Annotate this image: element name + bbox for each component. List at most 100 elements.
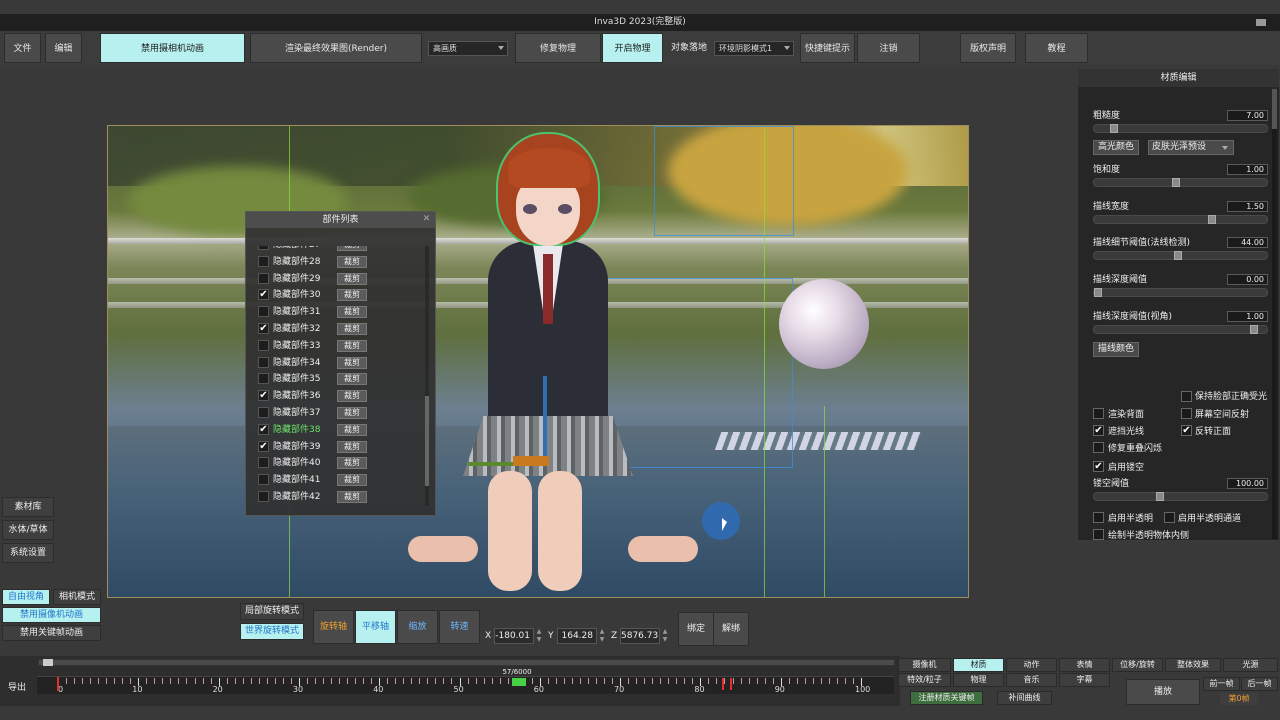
roughness-slider[interactable]	[1093, 124, 1268, 133]
close-icon[interactable]: ✕	[422, 215, 431, 224]
enable-cutout-checkbox[interactable]: ✔	[1093, 461, 1104, 472]
x-spinner-icon[interactable]: ▲ ▼	[535, 628, 543, 644]
env-shadow-select[interactable]: 环境阴影模式1	[714, 41, 794, 56]
cutout-threshold-value[interactable]: 100.00	[1227, 478, 1268, 489]
cut-button[interactable]: 裁剪	[337, 356, 367, 369]
copyright-button[interactable]: 版权声明	[960, 33, 1016, 63]
roughness-value[interactable]: 7.00	[1227, 110, 1268, 121]
keyframe-marker[interactable]	[722, 678, 724, 690]
keyframe-marker[interactable]	[512, 678, 526, 686]
slider-knob[interactable]	[1250, 325, 1258, 334]
translate-axis-button[interactable]: 平移轴	[355, 610, 396, 644]
camera-tab[interactable]: 摄像机	[898, 658, 951, 672]
camera-mode-button[interactable]: 相机模式	[53, 589, 101, 605]
keyframe-marker[interactable]	[730, 678, 732, 690]
interpolation-curve-button[interactable]: 补间曲线	[997, 691, 1052, 705]
block-light-checkbox[interactable]: ✔	[1093, 425, 1104, 436]
spin-speed-button[interactable]: 转速	[439, 610, 480, 644]
hide-part-checkbox[interactable]	[258, 356, 269, 368]
hide-part-checkbox[interactable]	[258, 339, 269, 351]
cut-button[interactable]: 裁剪	[337, 323, 367, 335]
enable-translucent-channel-checkbox[interactable]	[1164, 512, 1175, 523]
cut-button[interactable]: 裁剪	[337, 457, 367, 470]
scrollbar-thumb[interactable]	[43, 659, 53, 666]
scrollbar-thumb[interactable]	[1272, 89, 1277, 129]
position-rotate-tab[interactable]: 位移/旋转	[1112, 658, 1163, 672]
light-sphere[interactable]	[779, 279, 869, 369]
saturation-value[interactable]: 1.00	[1227, 164, 1268, 175]
cut-button[interactable]: 裁剪	[337, 272, 367, 285]
cut-button[interactable]: 裁剪	[337, 373, 367, 386]
character-leg[interactable]	[488, 471, 532, 591]
outline-color-button[interactable]: 描线颜色	[1093, 342, 1139, 357]
rotate-axis-button[interactable]: 旋转轴	[313, 610, 354, 644]
close-icon[interactable]	[1256, 19, 1266, 26]
outline-width-value[interactable]: 1.50	[1227, 201, 1268, 212]
hide-part-checkbox[interactable]	[258, 407, 269, 418]
character-skirt[interactable]	[463, 416, 633, 476]
timeline-scrollbar[interactable]	[38, 659, 895, 666]
unbind-button[interactable]: 解绑	[713, 612, 749, 646]
render-final-button[interactable]: 渲染最终效果图(Render)	[250, 33, 422, 63]
cut-button[interactable]: 裁剪	[337, 306, 367, 319]
skin-preset-select[interactable]: 皮肤光泽预设	[1148, 140, 1234, 155]
hide-part-checkbox[interactable]	[258, 272, 269, 284]
cut-button[interactable]: 裁剪	[337, 491, 367, 503]
cut-button[interactable]: 裁剪	[337, 289, 367, 302]
quality-select[interactable]: 高画质	[428, 41, 508, 56]
outline-width-slider[interactable]	[1093, 215, 1268, 224]
hide-part-checkbox[interactable]: ✔	[258, 390, 269, 402]
fix-physics-button[interactable]: 修复物理	[515, 33, 601, 63]
cut-button[interactable]: 裁剪	[337, 339, 367, 352]
hide-part-checkbox[interactable]: ✔	[258, 289, 269, 301]
object-landing-button[interactable]: 对象落地	[671, 33, 707, 63]
cut-button[interactable]: 裁剪	[337, 440, 367, 453]
hide-part-checkbox[interactable]	[258, 246, 269, 250]
tutorial-button[interactable]: 教程	[1025, 33, 1088, 63]
enable-translucent-checkbox[interactable]	[1093, 512, 1104, 523]
z-spinner-icon[interactable]: ▲ ▼	[661, 628, 669, 644]
material-tab[interactable]: 材质	[953, 658, 1004, 672]
slider-knob[interactable]	[1094, 288, 1102, 297]
y-value-input[interactable]: 164.28	[557, 628, 597, 644]
cut-button[interactable]: 裁剪	[337, 255, 367, 268]
part-list-header[interactable]: 部件列表 ✕	[246, 212, 435, 228]
fx-particles-tab[interactable]: 特效/粒子	[898, 673, 951, 687]
hide-part-checkbox[interactable]: ✔	[258, 323, 269, 334]
system-settings-button[interactable]: 系统设置	[2, 543, 54, 563]
prev-frame-button[interactable]: 前一帧	[1203, 677, 1240, 691]
part-list-scrollbar[interactable]	[425, 246, 429, 506]
hide-part-checkbox[interactable]	[258, 373, 269, 385]
slider-knob[interactable]	[1208, 215, 1216, 224]
3d-viewport[interactable]	[107, 125, 969, 598]
saturation-slider[interactable]	[1093, 178, 1268, 187]
export-button[interactable]: 导出	[8, 680, 26, 693]
gizmo-axis-z[interactable]	[513, 456, 549, 466]
outline-depth-view-slider[interactable]	[1093, 325, 1268, 334]
subtitle-tab[interactable]: 字幕	[1059, 673, 1110, 687]
cut-button[interactable]: 裁剪	[337, 407, 367, 419]
action-tab[interactable]: 动作	[1006, 658, 1057, 672]
character-leg[interactable]	[538, 471, 582, 591]
expression-tab[interactable]: 表情	[1059, 658, 1110, 672]
y-spinner-icon[interactable]: ▲ ▼	[598, 628, 606, 644]
screen-reflect-checkbox[interactable]	[1181, 408, 1192, 419]
shortcut-tips-button[interactable]: 快捷键提示	[800, 33, 855, 63]
hide-part-checkbox[interactable]	[258, 306, 269, 318]
light-tab[interactable]: 光源	[1223, 658, 1278, 672]
cut-button[interactable]: 裁剪	[337, 390, 367, 403]
play-button[interactable]: 播放	[1126, 679, 1200, 705]
slider-knob[interactable]	[1156, 492, 1164, 501]
material-panel-scrollbar[interactable]	[1272, 89, 1277, 539]
x-value-input[interactable]: -180.01	[494, 628, 534, 644]
water-grass-button[interactable]: 水体/草体	[2, 520, 54, 540]
z-value-input[interactable]: 5876.73	[620, 628, 660, 644]
edit-menu-button[interactable]: 编辑	[45, 33, 82, 63]
bind-button[interactable]: 绑定	[678, 612, 714, 646]
world-rotate-mode-button[interactable]: 世界旋转模式	[240, 623, 304, 640]
hide-part-checkbox[interactable]: ✔	[258, 423, 269, 435]
cutout-threshold-slider[interactable]	[1093, 492, 1268, 501]
enable-physics-button[interactable]: 开启物理	[602, 33, 663, 63]
cut-button[interactable]: 裁剪	[337, 423, 367, 436]
cut-button[interactable]: 裁剪	[337, 246, 367, 251]
